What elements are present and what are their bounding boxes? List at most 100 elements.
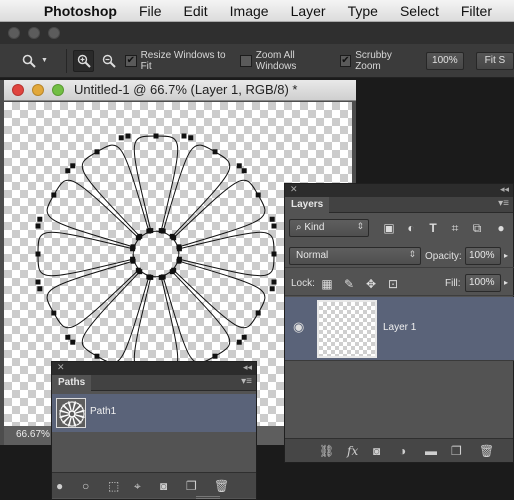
document-title: Untitled-1 @ 66.7% (Layer 1, RGB/8) * <box>74 82 298 97</box>
layer-filter-row: ⌕ Kind ⇕ ▣ ◐ T ⌗ ⧉ ● <box>285 217 514 241</box>
anchor-point <box>77 403 79 405</box>
resize-grip[interactable] <box>196 496 220 499</box>
fill-path-icon[interactable]: ● <box>56 479 63 493</box>
zoom-100-button[interactable]: 100% <box>425 51 464 70</box>
lock-transparent-icon[interactable]: ▦ <box>319 277 335 291</box>
zoom-level[interactable]: 66.67% <box>16 429 50 440</box>
zoom-out-button[interactable] <box>98 50 119 72</box>
checkbox-checked-icon: ✔ <box>339 54 352 67</box>
add-mask-icon[interactable]: ◙ <box>373 444 380 458</box>
scrubby-zoom-label: Scrubby Zoom <box>355 49 392 72</box>
add-mask-icon[interactable]: ◙ <box>160 479 167 493</box>
opacity-arrow-icon[interactable]: ▸ <box>504 251 508 260</box>
folder-icon[interactable]: ▬ <box>425 444 437 458</box>
new-path-icon[interactable]: ❐ <box>186 479 197 493</box>
blend-mode-select[interactable]: Normal ⇕ <box>289 247 421 265</box>
zoom-all-windows-checkbox[interactable]: Zoom All Windows <box>240 50 333 72</box>
trash-icon[interactable]: 🗑 <box>479 444 494 458</box>
path-segment <box>133 135 179 231</box>
anchor-point <box>51 310 57 316</box>
zoom-out-icon <box>102 54 116 68</box>
fill-field[interactable]: 100% <box>465 274 501 292</box>
anchor-point <box>188 135 194 141</box>
anchor-point <box>74 425 76 427</box>
type-filter-icon[interactable]: T <box>425 221 441 235</box>
smart-object-filter-icon[interactable]: ⧉ <box>469 221 485 235</box>
lock-brush-icon[interactable]: ✎ <box>341 277 357 291</box>
fx-icon[interactable]: fx <box>347 444 358 458</box>
zoom-in-button[interactable] <box>73 49 95 72</box>
resize-windows-checkbox[interactable]: ✔ Resize Windows to Fit <box>125 50 234 72</box>
layer-row[interactable]: ◉ Layer 1 <box>285 297 514 361</box>
app-close-button[interactable] <box>8 27 20 39</box>
menu-select[interactable]: Select <box>400 3 439 19</box>
panel-header[interactable]: ✕ ◂◂ <box>52 362 256 375</box>
path-name[interactable]: Path1 <box>90 406 116 417</box>
app-minimize-button[interactable] <box>28 27 40 39</box>
anchor-point <box>118 135 124 141</box>
tab-paths[interactable]: Paths <box>52 375 92 391</box>
path-segment <box>173 179 266 248</box>
anchor-point <box>83 413 85 415</box>
menu-filter[interactable]: Filter <box>461 3 492 19</box>
menu-edit[interactable]: Edit <box>184 3 208 19</box>
collapse-icon[interactable]: ◂◂ <box>500 184 509 195</box>
anchor-point <box>269 216 275 222</box>
fit-screen-button[interactable]: Fit S <box>475 51 514 70</box>
lock-move-icon[interactable]: ✥ <box>363 277 379 291</box>
menu-app-name[interactable]: Photoshop <box>44 3 117 19</box>
panel-menu-icon[interactable]: ▾≡ <box>498 198 509 209</box>
anchor-point <box>70 163 76 169</box>
make-work-path-icon[interactable]: ⌖ <box>134 479 141 494</box>
panel-tabs: Layers ▾≡ <box>285 197 513 213</box>
load-selection-icon[interactable]: ⬚ <box>108 479 119 493</box>
scrubby-zoom-checkbox[interactable]: ✔ Scrubby Zoom <box>339 49 417 72</box>
panel-header[interactable]: ✕ ◂◂ <box>285 184 513 197</box>
menu-type[interactable]: Type <box>348 3 378 19</box>
document-titlebar[interactable]: Untitled-1 @ 66.7% (Layer 1, RGB/8) * <box>4 80 356 101</box>
tool-preset-picker[interactable]: ▼ <box>22 54 56 68</box>
pixel-filter-icon[interactable]: ▣ <box>381 221 397 235</box>
filter-kind-select[interactable]: ⌕ Kind ⇕ <box>289 219 369 237</box>
trash-icon[interactable]: 🗑 <box>214 479 229 493</box>
anchor-point <box>70 339 76 345</box>
path-segment <box>46 260 139 329</box>
collapse-icon[interactable]: ◂◂ <box>243 362 252 373</box>
flower-path <box>35 133 277 375</box>
app-zoom-button[interactable] <box>48 27 60 39</box>
panel-menu-icon[interactable]: ▾≡ <box>241 376 252 387</box>
divider <box>66 48 68 73</box>
menu-image[interactable]: Image <box>230 3 269 19</box>
anchor-point <box>81 407 83 409</box>
fill-arrow-icon[interactable]: ▸ <box>504 278 508 287</box>
stroke-path-icon[interactable]: ○ <box>82 479 89 493</box>
tab-layers[interactable]: Layers <box>285 197 330 213</box>
close-icon[interactable]: ✕ <box>57 362 65 373</box>
link-layers-icon[interactable]: ⛓ <box>319 444 334 458</box>
zoom-in-icon <box>77 54 91 68</box>
paths-footer: ● ○ ⬚ ⌖ ◙ ❐ 🗑 <box>52 472 256 498</box>
app-frame-titlebar <box>0 22 514 44</box>
maximize-icon[interactable] <box>52 84 64 96</box>
adjustment-filter-icon[interactable]: ◐ <box>403 221 419 235</box>
minimize-icon[interactable] <box>32 84 44 96</box>
filter-toggle-icon[interactable]: ● <box>491 221 511 235</box>
adjustment-layer-icon[interactable]: ◑ <box>399 444 406 458</box>
menu-file[interactable]: File <box>139 3 162 19</box>
close-icon[interactable]: ✕ <box>290 184 298 195</box>
close-icon[interactable] <box>12 84 24 96</box>
anchor-point <box>74 401 77 403</box>
anchor-point <box>255 192 261 198</box>
lock-all-icon[interactable]: ⊡ <box>385 277 401 291</box>
menu-layer[interactable]: Layer <box>291 3 326 19</box>
opacity-field[interactable]: 100% <box>465 247 501 265</box>
anchor-point <box>67 401 70 403</box>
blend-mode-label: Normal <box>296 250 329 261</box>
new-layer-icon[interactable]: ❐ <box>451 444 462 458</box>
chevron-updown-icon: ⇕ <box>408 249 416 259</box>
eye-icon[interactable]: ◉ <box>293 319 304 335</box>
shape-filter-icon[interactable]: ⌗ <box>447 221 463 235</box>
opacity-value: 100% <box>469 250 495 261</box>
layer-name[interactable]: Layer 1 <box>383 322 416 333</box>
path-row[interactable]: Path1 <box>52 394 256 432</box>
